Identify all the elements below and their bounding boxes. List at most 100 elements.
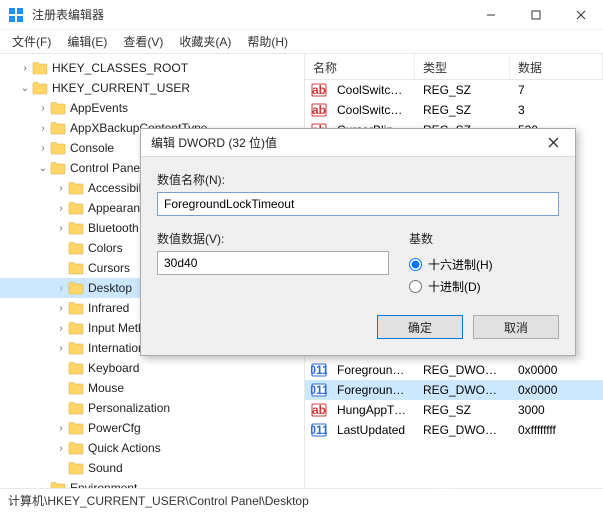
cell-type: REG_SZ <box>415 103 510 117</box>
menu-edit[interactable]: 编辑(E) <box>59 30 115 53</box>
svg-text:011: 011 <box>311 363 327 377</box>
value-icon: 011 <box>311 422 327 438</box>
dialog-body: 数值名称(N): 数值数据(V): 基数 十六进制(H) 十进制(D) 确定 <box>141 157 575 355</box>
tree-item-label: HKEY_CURRENT_USER <box>52 81 190 95</box>
menu-favorites[interactable]: 收藏夹(A) <box>171 30 239 53</box>
dialog-close-button[interactable] <box>537 132 569 154</box>
tree-item[interactable]: › PowerCfg <box>0 418 304 438</box>
expand-arrow-icon[interactable]: › <box>54 203 68 214</box>
folder-icon <box>68 381 84 395</box>
menu-help[interactable]: 帮助(H) <box>239 30 296 53</box>
folder-icon <box>68 421 84 435</box>
dialog-title-text: 编辑 DWORD (32 位)值 <box>151 134 537 151</box>
window-title: 注册表编辑器 <box>32 6 468 23</box>
expand-arrow-icon[interactable]: › <box>54 283 68 294</box>
edit-dword-dialog: 编辑 DWORD (32 位)值 数值名称(N): 数值数据(V): 基数 十六… <box>140 128 576 356</box>
col-header-name[interactable]: 名称 <box>305 54 415 79</box>
list-row[interactable]: abCoolSwitchCol...REG_SZ7 <box>305 80 603 100</box>
folder-icon <box>50 481 66 488</box>
value-icon: 011 <box>311 382 327 398</box>
cell-data: 7 <box>510 83 603 97</box>
folder-icon <box>50 121 66 135</box>
expand-arrow-icon[interactable]: ⌄ <box>36 163 50 174</box>
radix-dec-radio[interactable] <box>409 280 422 293</box>
value-name-input[interactable] <box>157 192 559 216</box>
list-row[interactable]: abHungAppTime...REG_SZ3000 <box>305 400 603 420</box>
radix-hex-radio[interactable] <box>409 258 422 271</box>
tree-item[interactable]: Sound <box>0 458 304 478</box>
cell-name: HungAppTime... <box>329 403 415 417</box>
tree-item-label: Mouse <box>88 381 124 395</box>
expand-arrow-icon[interactable]: › <box>54 183 68 194</box>
list-row[interactable]: abCoolSwitchRowsREG_SZ3 <box>305 100 603 120</box>
radix-dec-label: 十进制(D) <box>428 278 481 295</box>
folder-icon <box>32 61 48 75</box>
expand-arrow-icon[interactable]: ⌄ <box>18 83 32 94</box>
list-header: 名称 类型 数据 <box>305 54 603 80</box>
cell-name: ForegroundLo... <box>329 383 415 397</box>
menu-file[interactable]: 文件(F) <box>4 30 59 53</box>
tree-item-label: Sound <box>88 461 123 475</box>
folder-icon <box>68 281 84 295</box>
col-header-type[interactable]: 类型 <box>415 54 510 79</box>
cell-data: 0x0000 <box>510 383 603 397</box>
cell-type: REG_SZ <box>415 83 510 97</box>
tree-item[interactable]: Mouse <box>0 378 304 398</box>
statusbar: 计算机\HKEY_CURRENT_USER\Control Panel\Desk… <box>0 488 603 512</box>
menu-view[interactable]: 查看(V) <box>115 30 171 53</box>
folder-icon <box>68 461 84 475</box>
expand-arrow-icon[interactable]: › <box>36 143 50 154</box>
folder-icon <box>68 181 84 195</box>
radix-hex-option[interactable]: 十六进制(H) <box>409 253 559 275</box>
value-data-input[interactable] <box>157 251 389 275</box>
tree-item[interactable]: ›AppEvents <box>0 98 304 118</box>
expand-arrow-icon[interactable]: › <box>54 303 68 314</box>
folder-icon <box>50 141 66 155</box>
tree-item[interactable]: ›HKEY_CLASSES_ROOT <box>0 58 304 78</box>
expand-arrow-icon[interactable]: › <box>54 423 68 434</box>
tree-item[interactable]: ⌄ HKEY_CURRENT_USER <box>0 78 304 98</box>
list-row[interactable]: 011LastUpdatedREG_DWORD0xffffffff <box>305 420 603 440</box>
cancel-button[interactable]: 取消 <box>473 315 559 339</box>
svg-text:ab: ab <box>312 403 326 417</box>
tree-item-label: Colors <box>88 241 123 255</box>
tree-item[interactable]: › Quick Actions <box>0 438 304 458</box>
col-header-data[interactable]: 数据 <box>510 54 603 79</box>
expand-arrow-icon[interactable]: › <box>36 123 50 134</box>
expand-arrow-icon[interactable]: › <box>18 63 32 74</box>
list-row[interactable]: 011ForegroundFla...REG_DWORD0x0000 <box>305 360 603 380</box>
tree-item-label: Control Panel <box>70 161 143 175</box>
tree-item-label: Quick Actions <box>88 441 161 455</box>
tree-item[interactable]: Environment <box>0 478 304 488</box>
radix-group-label: 基数 <box>409 230 559 247</box>
tree-item-label: PowerCfg <box>88 421 141 435</box>
folder-icon <box>32 81 48 95</box>
expand-arrow-icon[interactable]: › <box>54 223 68 234</box>
svg-text:011: 011 <box>311 423 327 437</box>
tree-item-label: Environment <box>70 481 137 488</box>
dialog-titlebar: 编辑 DWORD (32 位)值 <box>141 129 575 157</box>
tree-item-label: Keyboard <box>88 361 139 375</box>
list-row[interactable]: 011ForegroundLo...REG_DWORD0x0000 <box>305 380 603 400</box>
minimize-button[interactable] <box>468 0 513 30</box>
maximize-button[interactable] <box>513 0 558 30</box>
status-path: 计算机\HKEY_CURRENT_USER\Control Panel\Desk… <box>8 492 309 509</box>
cell-data: 3 <box>510 103 603 117</box>
expand-arrow-icon[interactable]: › <box>54 323 68 334</box>
value-data-label: 数值数据(V): <box>157 230 389 247</box>
radix-dec-option[interactable]: 十进制(D) <box>409 275 559 297</box>
tree-item[interactable]: Keyboard <box>0 358 304 378</box>
tree-item-label: Desktop <box>88 281 132 295</box>
folder-icon <box>68 261 84 275</box>
ok-button[interactable]: 确定 <box>377 315 463 339</box>
svg-text:ab: ab <box>312 103 326 117</box>
expand-arrow-icon[interactable]: › <box>36 103 50 114</box>
folder-icon <box>68 301 84 315</box>
expand-arrow-icon[interactable]: › <box>54 343 68 354</box>
tree-item[interactable]: Personalization <box>0 398 304 418</box>
expand-arrow-icon[interactable]: › <box>54 443 68 454</box>
tree-item-label: Infrared <box>88 301 129 315</box>
close-button[interactable] <box>558 0 603 30</box>
folder-icon <box>68 201 84 215</box>
cell-name: CoolSwitchCol... <box>329 83 415 97</box>
